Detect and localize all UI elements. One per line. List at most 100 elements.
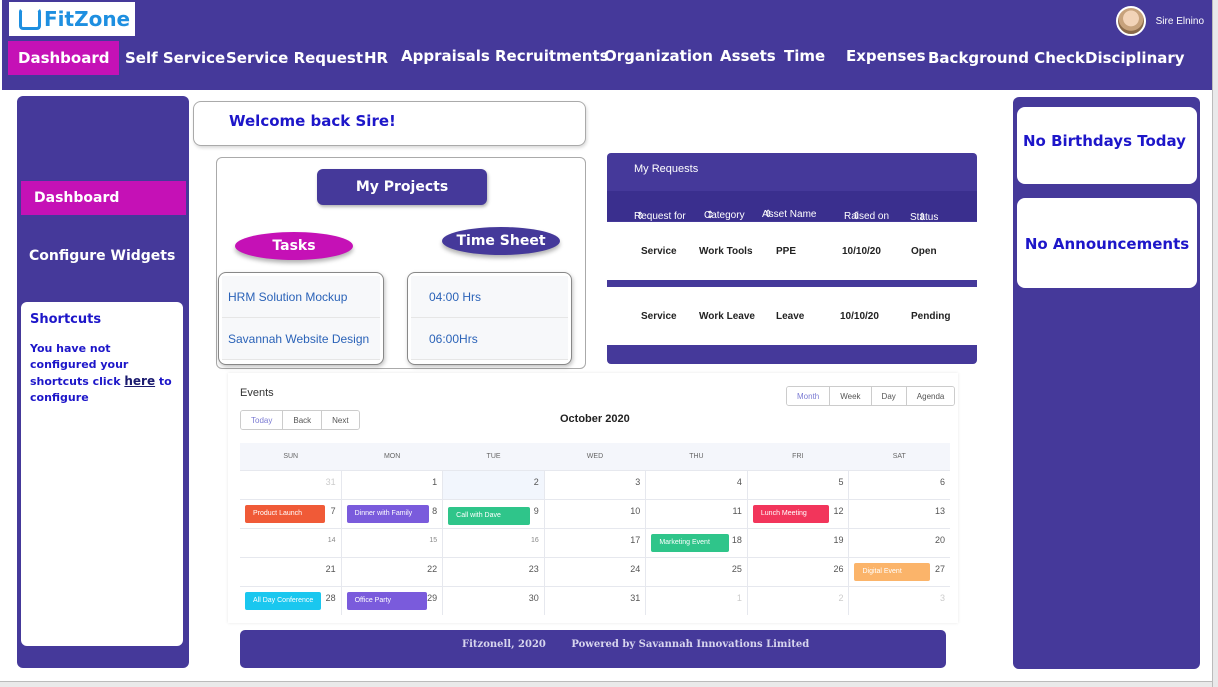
cell-asset-name: PPE xyxy=(776,246,797,257)
calendar-day-cell[interactable]: 20 xyxy=(849,529,950,557)
calendar-event[interactable]: All Day Conference xyxy=(245,592,321,610)
calendar-day-cell[interactable]: 22 xyxy=(342,558,444,586)
shortcuts-text-before: You have not configured your shortcuts c… xyxy=(30,342,129,388)
calendar-event[interactable]: Product Launch xyxy=(245,505,325,523)
calendar-event[interactable]: Call with Dave xyxy=(448,507,531,525)
user-menu[interactable]: Sire Elnino xyxy=(1115,6,1204,36)
cell-raised-on: 10/10/20 xyxy=(842,246,881,257)
day-number: 23 xyxy=(528,564,539,574)
calendar-day-cell[interactable]: 3 xyxy=(849,587,950,615)
calendar-day-cell[interactable]: 15 xyxy=(342,529,444,557)
sidebar-item-configure-widgets[interactable]: Configure Widgets xyxy=(29,248,175,264)
nav-item-assets[interactable]: Assets xyxy=(720,39,776,73)
brand-logo[interactable]: FitZone xyxy=(9,2,135,36)
calendar-day-cell[interactable]: 5 xyxy=(748,471,850,499)
calendar-event[interactable]: Dinner with Family xyxy=(346,505,429,523)
top-navbar: FitZone Sire Elnino Dashboard Self Servi… xyxy=(2,0,1212,90)
view-day-button[interactable]: Day xyxy=(871,387,907,405)
timesheet-item[interactable]: 04:00 Hrs xyxy=(411,276,568,318)
calendar-day-cell[interactable]: 9 Call with Dave xyxy=(443,500,545,528)
calendar-day-cell[interactable]: 24 xyxy=(545,558,647,586)
nav-item-background-check[interactable]: Background Check xyxy=(928,41,1085,75)
calendar-day-cell[interactable]: 3 xyxy=(545,471,647,499)
calendar-grid: SUN MON TUE WED THU FRI SAT 31 1 2 3 4 5 6 7 Product L… xyxy=(240,443,950,615)
back-button[interactable]: Back xyxy=(283,411,323,429)
day-of-week-label: THU xyxy=(689,453,704,460)
tasks-list: HRM Solution Mockup Savannah Website Des… xyxy=(218,272,384,365)
calendar-event[interactable]: Lunch Meeting xyxy=(752,505,829,523)
col-raised-on-label: Raised on xyxy=(844,211,890,222)
calendar-day-cell[interactable]: 2 xyxy=(748,587,850,615)
nav-item-self-service[interactable]: Self Service xyxy=(125,41,225,75)
configure-shortcuts-link[interactable]: here xyxy=(124,374,155,388)
calendar-event[interactable]: Digital Event xyxy=(854,563,931,581)
nav-item-expenses[interactable]: Expenses xyxy=(846,39,926,73)
day-number: 6 xyxy=(940,477,946,487)
day-number: 30 xyxy=(528,593,539,603)
calendar-day-cell[interactable]: 2 xyxy=(443,471,545,499)
calendar-day-cell[interactable]: 13 xyxy=(849,500,950,528)
sort-icon: ⇕ xyxy=(706,210,715,221)
tasks-tab[interactable]: Tasks xyxy=(235,232,353,260)
calendar-day-cell[interactable]: 31 xyxy=(240,471,342,499)
task-item[interactable]: Savannah Website Design xyxy=(222,318,380,360)
nav-item-dashboard[interactable]: Dashboard xyxy=(8,41,120,75)
next-button[interactable]: Next xyxy=(322,411,359,429)
calendar-day-cell[interactable]: 27 Digital Event xyxy=(849,558,950,586)
calendar-day-cell[interactable]: 1 xyxy=(342,471,444,499)
calendar-day-cell[interactable]: 4 xyxy=(646,471,748,499)
view-week-button[interactable]: Week xyxy=(830,387,872,405)
nav-item-organization[interactable]: Organization xyxy=(604,39,713,73)
calendar-day-cell[interactable]: 8 Dinner with Family xyxy=(342,500,444,528)
calendar-day-cell[interactable]: 6 xyxy=(849,471,950,499)
calendar-day-cell[interactable]: 19 xyxy=(748,529,850,557)
nav-item-disciplinary[interactable]: Disciplinary xyxy=(1085,41,1185,75)
my-projects-title[interactable]: My Projects xyxy=(317,169,487,205)
view-month-button[interactable]: Month xyxy=(787,387,831,405)
calendar-week-row: 28 All Day Conference 29 Office Party 30 31 1 2… xyxy=(240,586,950,615)
calendar-day-cell[interactable]: 10 xyxy=(545,500,647,528)
fitzone-logo-icon xyxy=(19,8,41,30)
nav-item-hr[interactable]: HR xyxy=(364,41,388,75)
nav-item-appraisals[interactable]: Appraisals xyxy=(401,39,490,73)
time-sheet-tab[interactable]: Time Sheet xyxy=(442,227,560,255)
avatar[interactable] xyxy=(1115,6,1146,36)
calendar-day-cell[interactable]: 31 xyxy=(545,587,647,615)
calendar-event[interactable]: Marketing Event xyxy=(651,534,730,552)
cell-asset-name: Leave xyxy=(776,311,805,322)
calendar-day-cell[interactable]: 17 xyxy=(545,529,647,557)
day-number: 3 xyxy=(940,593,946,603)
day-number: 26 xyxy=(833,564,844,574)
calendar-day-cell[interactable]: 28 All Day Conference xyxy=(240,587,342,615)
user-name[interactable]: Sire Elnino xyxy=(1156,16,1204,27)
sidebar-item-dashboard[interactable]: Dashboard xyxy=(21,181,186,215)
table-row[interactable]: Service Work Tools PPE 10/10/20 Open xyxy=(607,222,977,280)
calendar-day-cell[interactable]: 23 xyxy=(443,558,545,586)
today-button[interactable]: Today xyxy=(241,411,284,429)
calendar-day-cell[interactable]: 30 xyxy=(443,587,545,615)
calendar-day-cell[interactable]: 7 Product Launch xyxy=(240,500,342,528)
sort-icon: ⇕ xyxy=(852,211,861,222)
nav-item-recruitments[interactable]: Recruitments xyxy=(495,39,609,73)
calendar-day-cell[interactable]: 16 xyxy=(443,529,545,557)
calendar-day-cell[interactable]: 12 Lunch Meeting xyxy=(748,500,850,528)
calendar-nav-buttons: Today Back Next xyxy=(240,410,360,430)
calendar-day-cell[interactable]: 29 Office Party xyxy=(342,587,444,615)
calendar-day-cell[interactable]: 1 xyxy=(646,587,748,615)
calendar-event[interactable]: Office Party xyxy=(346,592,427,610)
nav-item-time[interactable]: Time xyxy=(784,39,825,73)
calendar-day-cell[interactable]: 25 xyxy=(646,558,748,586)
sort-icon: ⇕ xyxy=(636,211,645,222)
timesheet-item[interactable]: 06:00Hrs xyxy=(411,318,568,360)
view-agenda-button[interactable]: Agenda xyxy=(906,387,955,405)
task-item[interactable]: HRM Solution Mockup xyxy=(222,276,380,318)
table-row[interactable]: Service Work Leave Leave 10/10/20 Pendin… xyxy=(607,287,977,345)
calendar-day-cell[interactable]: 26 xyxy=(748,558,850,586)
calendar-day-cell[interactable]: 11 xyxy=(646,500,748,528)
calendar-day-cell[interactable]: 21 xyxy=(240,558,342,586)
calendar-view-buttons: Month Week Day Agenda xyxy=(786,386,956,406)
calendar-day-cell[interactable]: 18 Marketing Event xyxy=(646,529,748,557)
calendar-day-cell[interactable]: 14 xyxy=(240,529,342,557)
footer-powered-by: Powered by Savannah Innovations Limited xyxy=(571,639,810,650)
nav-item-service-request[interactable]: Service Request xyxy=(226,41,363,75)
